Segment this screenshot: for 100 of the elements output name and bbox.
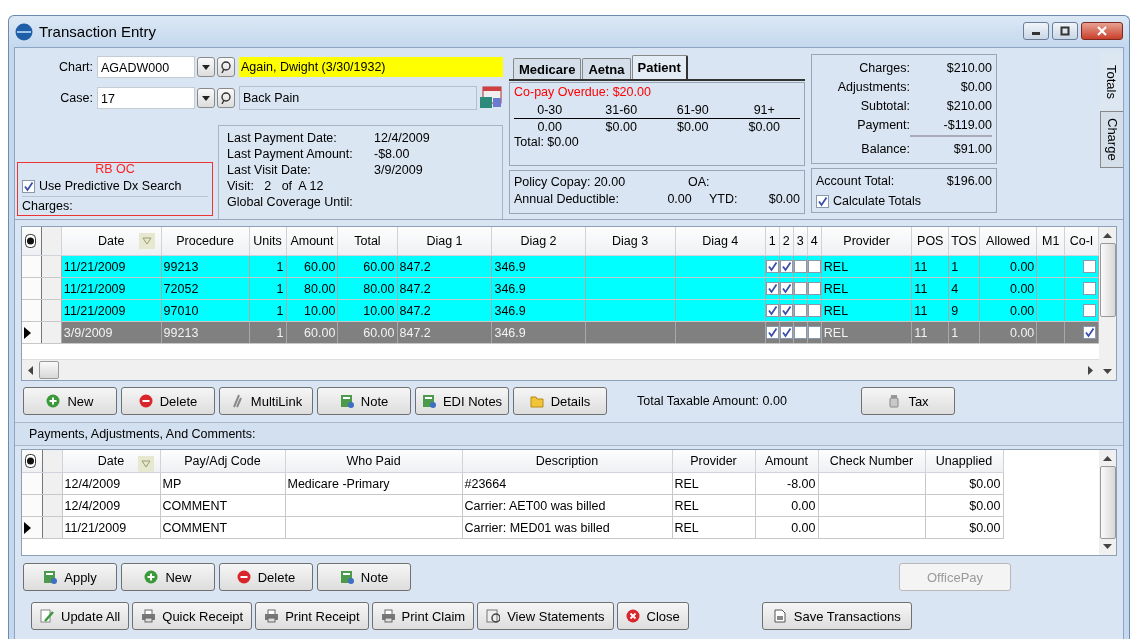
- column-header[interactable]: Description: [462, 450, 672, 473]
- pointer-checkbox[interactable]: [793, 260, 807, 273]
- pointer-checkbox[interactable]: [779, 282, 793, 295]
- column-header[interactable]: Provider: [672, 450, 755, 473]
- action-button[interactable]: Print Receipt: [255, 602, 369, 630]
- column-header[interactable]: Total: [337, 227, 397, 256]
- close-button[interactable]: [1081, 22, 1123, 40]
- pointer-checkbox[interactable]: [779, 260, 793, 273]
- payment-row[interactable]: 12/4/2009 COMMENT Carrier: AET00 was billed REL 0.00 $0.00: [22, 494, 1003, 517]
- column-header[interactable]: Pay/Adj Code: [160, 450, 285, 473]
- column-header[interactable]: Date: [62, 450, 160, 473]
- pointer-checkbox[interactable]: [765, 304, 779, 317]
- chart-field[interactable]: AGADW000: [97, 56, 195, 78]
- row-header[interactable]: [42, 516, 62, 539]
- dropdown-button[interactable]: [197, 88, 215, 108]
- row-header[interactable]: [41, 299, 62, 322]
- column-header[interactable]: Who Paid: [285, 450, 462, 473]
- case-field[interactable]: 17: [97, 87, 195, 109]
- scroll-thumb[interactable]: [1099, 243, 1116, 317]
- toolbar-button[interactable]: New: [121, 563, 215, 591]
- toolbar-button[interactable]: Delete: [219, 563, 313, 591]
- payment-row[interactable]: 12/4/2009 MP Medicare -Primary #23664 REL -8.00 $0.00: [22, 472, 1003, 495]
- side-tab[interactable]: Totals: [1100, 53, 1123, 111]
- pointer-checkbox[interactable]: [807, 304, 821, 317]
- pointer-checkbox[interactable]: [807, 260, 821, 273]
- column-header[interactable]: Co-I: [1064, 227, 1099, 256]
- insurance-tab[interactable]: Medicare: [513, 58, 582, 79]
- column-header[interactable]: Unapplied: [925, 450, 1003, 473]
- insurance-tab[interactable]: Aetna: [582, 58, 631, 79]
- side-tab[interactable]: Charge: [1100, 111, 1123, 168]
- column-header[interactable]: Check Number: [818, 450, 925, 473]
- row-header[interactable]: [41, 277, 62, 300]
- column-header[interactable]: Diag 3: [585, 227, 676, 256]
- charge-row[interactable]: 11/21/2009 72052 1 80.00 80.00 847.2 346.9 REL 11 4 0.00: [22, 277, 1099, 300]
- charge-row[interactable]: 11/21/2009 97010 1 10.00 10.00 847.2 346.9 REL 11 9 0.00: [22, 299, 1099, 322]
- payment-row[interactable]: 11/21/2009 COMMENT Carrier: MED01 was billed REL 0.00 $0.00: [22, 516, 1003, 539]
- toolbar-button[interactable]: MultiLink: [219, 387, 313, 415]
- action-button[interactable]: Close: [616, 602, 689, 630]
- toolbar-button[interactable]: New: [23, 387, 117, 415]
- maximize-button[interactable]: [1052, 22, 1078, 40]
- charge-row[interactable]: 3/9/2009 99213 1 60.00 60.00 847.2 346.9 REL 11 1 0.00: [22, 321, 1099, 344]
- lookup-button[interactable]: [217, 88, 235, 108]
- checkbox[interactable]: [1083, 304, 1096, 317]
- row-indicator[interactable]: [22, 321, 42, 344]
- toolbar-button[interactable]: EDI Notes: [415, 387, 509, 415]
- pointer-checkbox[interactable]: [793, 304, 807, 317]
- column-header[interactable]: M1: [1036, 227, 1065, 256]
- insurance-tab[interactable]: Patient: [631, 55, 688, 79]
- row-header[interactable]: [41, 321, 62, 344]
- pointer-checkbox[interactable]: [807, 326, 821, 339]
- column-header[interactable]: TOS: [948, 227, 980, 256]
- column-header[interactable]: Amount: [755, 450, 818, 473]
- column-header[interactable]: Provider: [821, 227, 912, 256]
- pointer-checkbox[interactable]: [793, 282, 807, 295]
- case-calendar-icon[interactable]: [479, 86, 503, 110]
- column-header[interactable]: POS: [911, 227, 949, 256]
- pointer-checkbox[interactable]: [779, 326, 793, 339]
- column-header[interactable]: Units: [249, 227, 286, 256]
- checkbox[interactable]: [1083, 260, 1096, 273]
- row-indicator[interactable]: [22, 516, 42, 539]
- dropdown-button[interactable]: [197, 57, 215, 77]
- action-button[interactable]: Print Claim: [371, 602, 475, 630]
- column-header[interactable]: Procedure: [161, 227, 250, 256]
- pointer-checkbox[interactable]: [765, 326, 779, 339]
- pointer-checkbox[interactable]: [793, 326, 807, 339]
- action-button[interactable]: Quick Receipt: [132, 602, 253, 630]
- action-button[interactable]: Update All: [31, 602, 130, 630]
- pointer-checkbox[interactable]: [765, 282, 779, 295]
- pointer-checkbox[interactable]: [779, 304, 793, 317]
- row-header[interactable]: [41, 255, 62, 278]
- vertical-scrollbar[interactable]: [1099, 227, 1116, 380]
- row-header[interactable]: [42, 494, 62, 517]
- action-button[interactable]: View Statements: [477, 602, 614, 630]
- save-button[interactable]: Save Transactions: [761, 602, 912, 630]
- column-header[interactable]: Allowed: [979, 227, 1037, 256]
- checkbox[interactable]: [816, 194, 829, 208]
- checkbox[interactable]: [22, 179, 35, 193]
- column-header[interactable]: Diag 4: [675, 227, 766, 256]
- column-header[interactable]: Diag 1: [397, 227, 492, 256]
- scroll-thumb[interactable]: [1099, 466, 1116, 539]
- toolbar-button[interactable]: Note: [317, 563, 411, 591]
- toolbar-button[interactable]: Apply: [23, 563, 117, 591]
- toolbar-button[interactable]: Details: [513, 387, 607, 415]
- vertical-scrollbar[interactable]: [1099, 450, 1116, 555]
- column-header[interactable]: Diag 2: [491, 227, 585, 256]
- horizontal-scrollbar[interactable]: [22, 359, 1099, 380]
- toolbar-button[interactable]: Delete: [121, 387, 215, 415]
- checkbox[interactable]: [1083, 282, 1096, 295]
- scroll-thumb[interactable]: [39, 361, 59, 379]
- column-header[interactable]: Date: [61, 227, 162, 256]
- checkbox[interactable]: [1083, 326, 1096, 339]
- minimize-button[interactable]: [1023, 22, 1049, 40]
- pointer-checkbox[interactable]: [807, 282, 821, 295]
- charge-row[interactable]: 11/21/2009 99213 1 60.00 60.00 847.2 346.9 REL 11 1 0.00: [22, 255, 1099, 278]
- pointer-checkbox[interactable]: [765, 260, 779, 273]
- column-header[interactable]: Amount: [286, 227, 338, 256]
- row-header[interactable]: [42, 472, 62, 495]
- lookup-button[interactable]: [217, 57, 235, 77]
- toolbar-button[interactable]: Note: [317, 387, 411, 415]
- tax-button[interactable]: Tax: [861, 387, 955, 415]
